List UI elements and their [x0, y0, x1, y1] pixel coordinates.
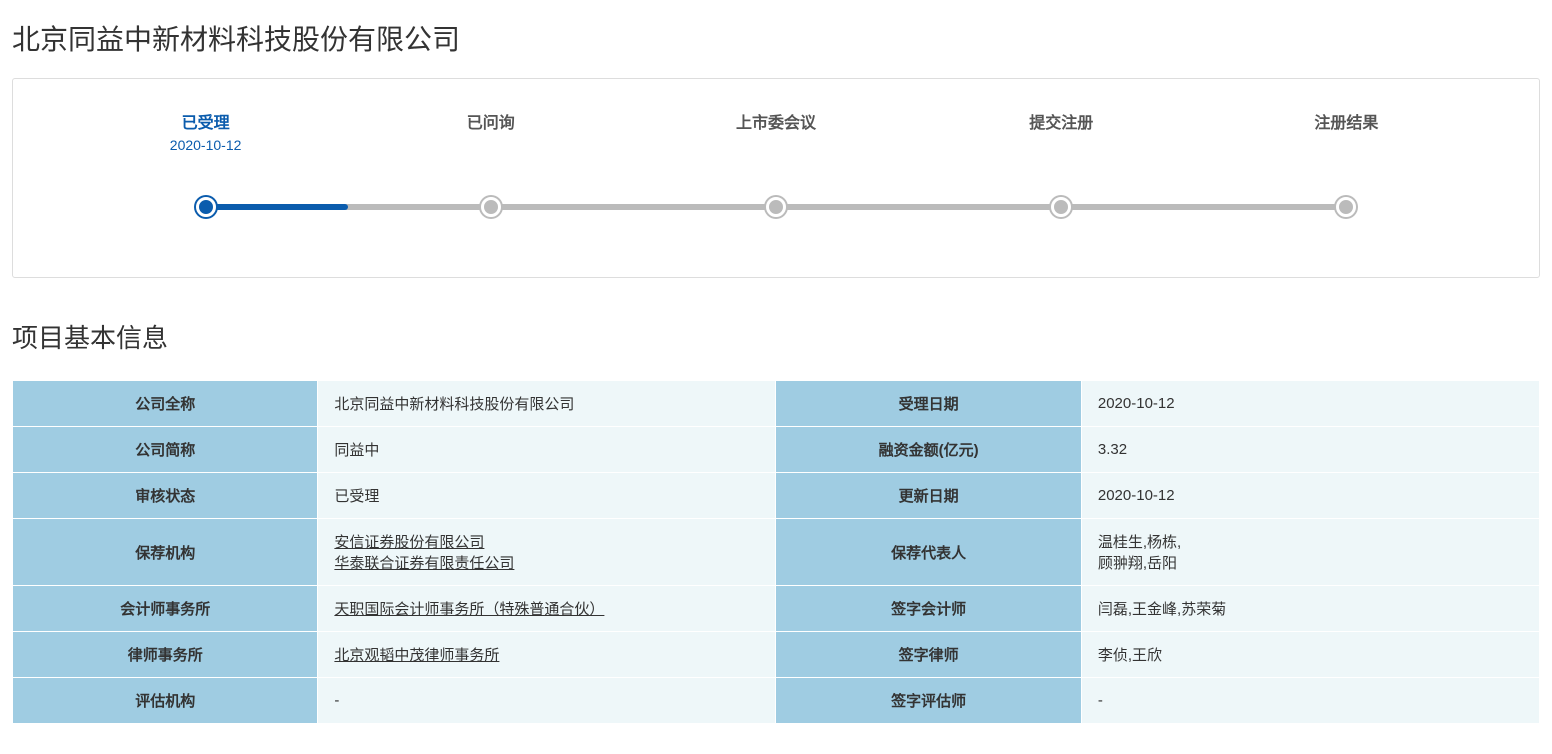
progress-dot-4 — [1336, 197, 1356, 217]
progress-step-1: 已问询 — [348, 109, 633, 157]
table-row: 审核状态 已受理 更新日期 2020-10-12 — [13, 473, 1540, 519]
value-law-firm: 北京观韬中茂律师事务所 — [318, 632, 776, 678]
value-sign-accountant: 闫磊,王金峰,苏荣菊 — [1081, 586, 1539, 632]
table-row: 公司全称 北京同益中新材料科技股份有限公司 受理日期 2020-10-12 — [13, 381, 1540, 427]
section-title-basic-info: 项目基本信息 — [12, 318, 1540, 355]
step-label-inquired: 已问询 — [467, 109, 515, 133]
step-label-committee: 上市委会议 — [736, 109, 816, 133]
label-accept-date: 受理日期 — [776, 381, 1081, 427]
label-sponsor-rep: 保荐代表人 — [776, 519, 1081, 586]
value-appraisal-org: - — [318, 678, 776, 724]
sponsor-rep-line-1: 温桂生,杨栋, — [1098, 534, 1181, 551]
progress-step-3: 提交注册 — [919, 109, 1204, 157]
table-row: 律师事务所 北京观韬中茂律师事务所 签字律师 李侦,王欣 — [13, 632, 1540, 678]
step-date-accepted: 2020-10-12 — [170, 137, 242, 157]
value-company-full-name: 北京同益中新材料科技股份有限公司 — [318, 381, 776, 427]
label-sign-accountant: 签字会计师 — [776, 586, 1081, 632]
label-appraisal-org: 评估机构 — [13, 678, 318, 724]
table-row: 评估机构 - 签字评估师 - — [13, 678, 1540, 724]
progress-step-4: 注册结果 — [1204, 109, 1489, 157]
basic-info-table: 公司全称 北京同益中新材料科技股份有限公司 受理日期 2020-10-12 公司… — [12, 380, 1540, 724]
progress-step-0: 已受理 2020-10-12 — [63, 109, 348, 157]
value-sponsor-org: 安信证券股份有限公司 华泰联合证券有限责任公司 — [318, 519, 776, 586]
sponsor-rep-line-2: 顾翀翔,岳阳 — [1098, 555, 1177, 572]
progress-step-2: 上市委会议 — [633, 109, 918, 157]
progress-labels-row: 已受理 2020-10-12 已问询 上市委会议 提交注册 注册结果 — [63, 109, 1489, 157]
value-financing-amount: 3.32 — [1081, 427, 1539, 473]
progress-dot-2 — [766, 197, 786, 217]
progress-dot-1 — [481, 197, 501, 217]
label-law-firm: 律师事务所 — [13, 632, 318, 678]
progress-dots-row — [63, 197, 1489, 217]
label-update-date: 更新日期 — [776, 473, 1081, 519]
label-sign-lawyer: 签字律师 — [776, 632, 1081, 678]
step-label-submit: 提交注册 — [1029, 109, 1093, 133]
sponsor-org-link-1[interactable]: 安信证券股份有限公司 — [334, 531, 759, 552]
value-accept-date: 2020-10-12 — [1081, 381, 1539, 427]
value-company-short-name: 同益中 — [318, 427, 776, 473]
law-firm-link[interactable]: 北京观韬中茂律师事务所 — [334, 644, 759, 665]
value-sign-lawyer: 李侦,王欣 — [1081, 632, 1539, 678]
table-row: 会计师事务所 天职国际会计师事务所（特殊普通合伙） 签字会计师 闫磊,王金峰,苏… — [13, 586, 1540, 632]
table-row: 公司简称 同益中 融资金额(亿元) 3.32 — [13, 427, 1540, 473]
value-accounting-firm: 天职国际会计师事务所（特殊普通合伙） — [318, 586, 776, 632]
value-audit-status: 已受理 — [318, 473, 776, 519]
accounting-firm-link[interactable]: 天职国际会计师事务所（特殊普通合伙） — [334, 598, 759, 619]
progress-dot-0 — [196, 197, 216, 217]
step-label-result: 注册结果 — [1314, 109, 1378, 133]
label-sponsor-org: 保荐机构 — [13, 519, 318, 586]
label-financing-amount: 融资金额(亿元) — [776, 427, 1081, 473]
label-company-full-name: 公司全称 — [13, 381, 318, 427]
label-sign-appraiser: 签字评估师 — [776, 678, 1081, 724]
table-row: 保荐机构 安信证券股份有限公司 华泰联合证券有限责任公司 保荐代表人 温桂生,杨… — [13, 519, 1540, 586]
sponsor-org-link-2[interactable]: 华泰联合证券有限责任公司 — [334, 552, 759, 573]
label-accounting-firm: 会计师事务所 — [13, 586, 318, 632]
progress-timeline: 已受理 2020-10-12 已问询 上市委会议 提交注册 注册结果 — [12, 78, 1540, 278]
page-title: 北京同益中新材料科技股份有限公司 — [12, 18, 1540, 58]
value-update-date: 2020-10-12 — [1081, 473, 1539, 519]
label-audit-status: 审核状态 — [13, 473, 318, 519]
value-sign-appraiser: - — [1081, 678, 1539, 724]
step-label-accepted: 已受理 — [182, 109, 230, 133]
value-sponsor-rep: 温桂生,杨栋, 顾翀翔,岳阳 — [1081, 519, 1539, 586]
label-company-short-name: 公司简称 — [13, 427, 318, 473]
progress-dot-3 — [1051, 197, 1071, 217]
